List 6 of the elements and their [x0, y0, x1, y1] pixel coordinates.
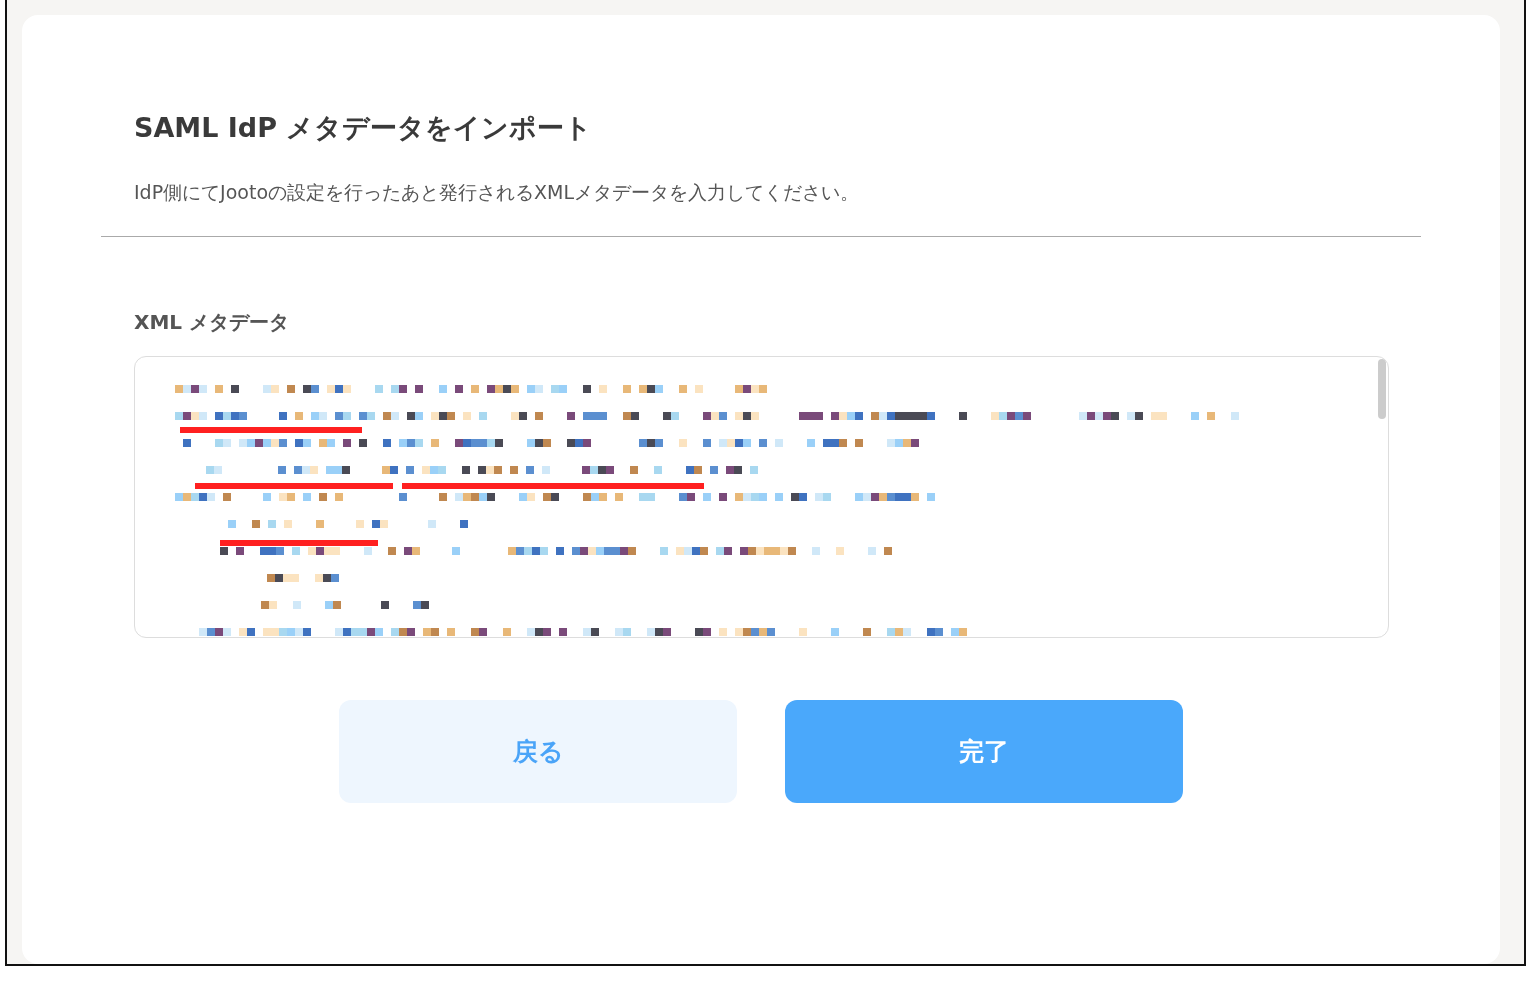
back-button[interactable]: 戻る [339, 700, 737, 803]
done-button[interactable]: 完了 [785, 700, 1183, 803]
dialog-title: SAML IdP メタデータをインポート [134, 111, 594, 145]
field-label: XML メタデータ [134, 309, 291, 336]
dialog-description: IdP側にてJootoの設定を行ったあと発行されるXMLメタデータを入力してください。 [134, 180, 861, 205]
scrollbar-thumb[interactable] [1378, 359, 1386, 419]
